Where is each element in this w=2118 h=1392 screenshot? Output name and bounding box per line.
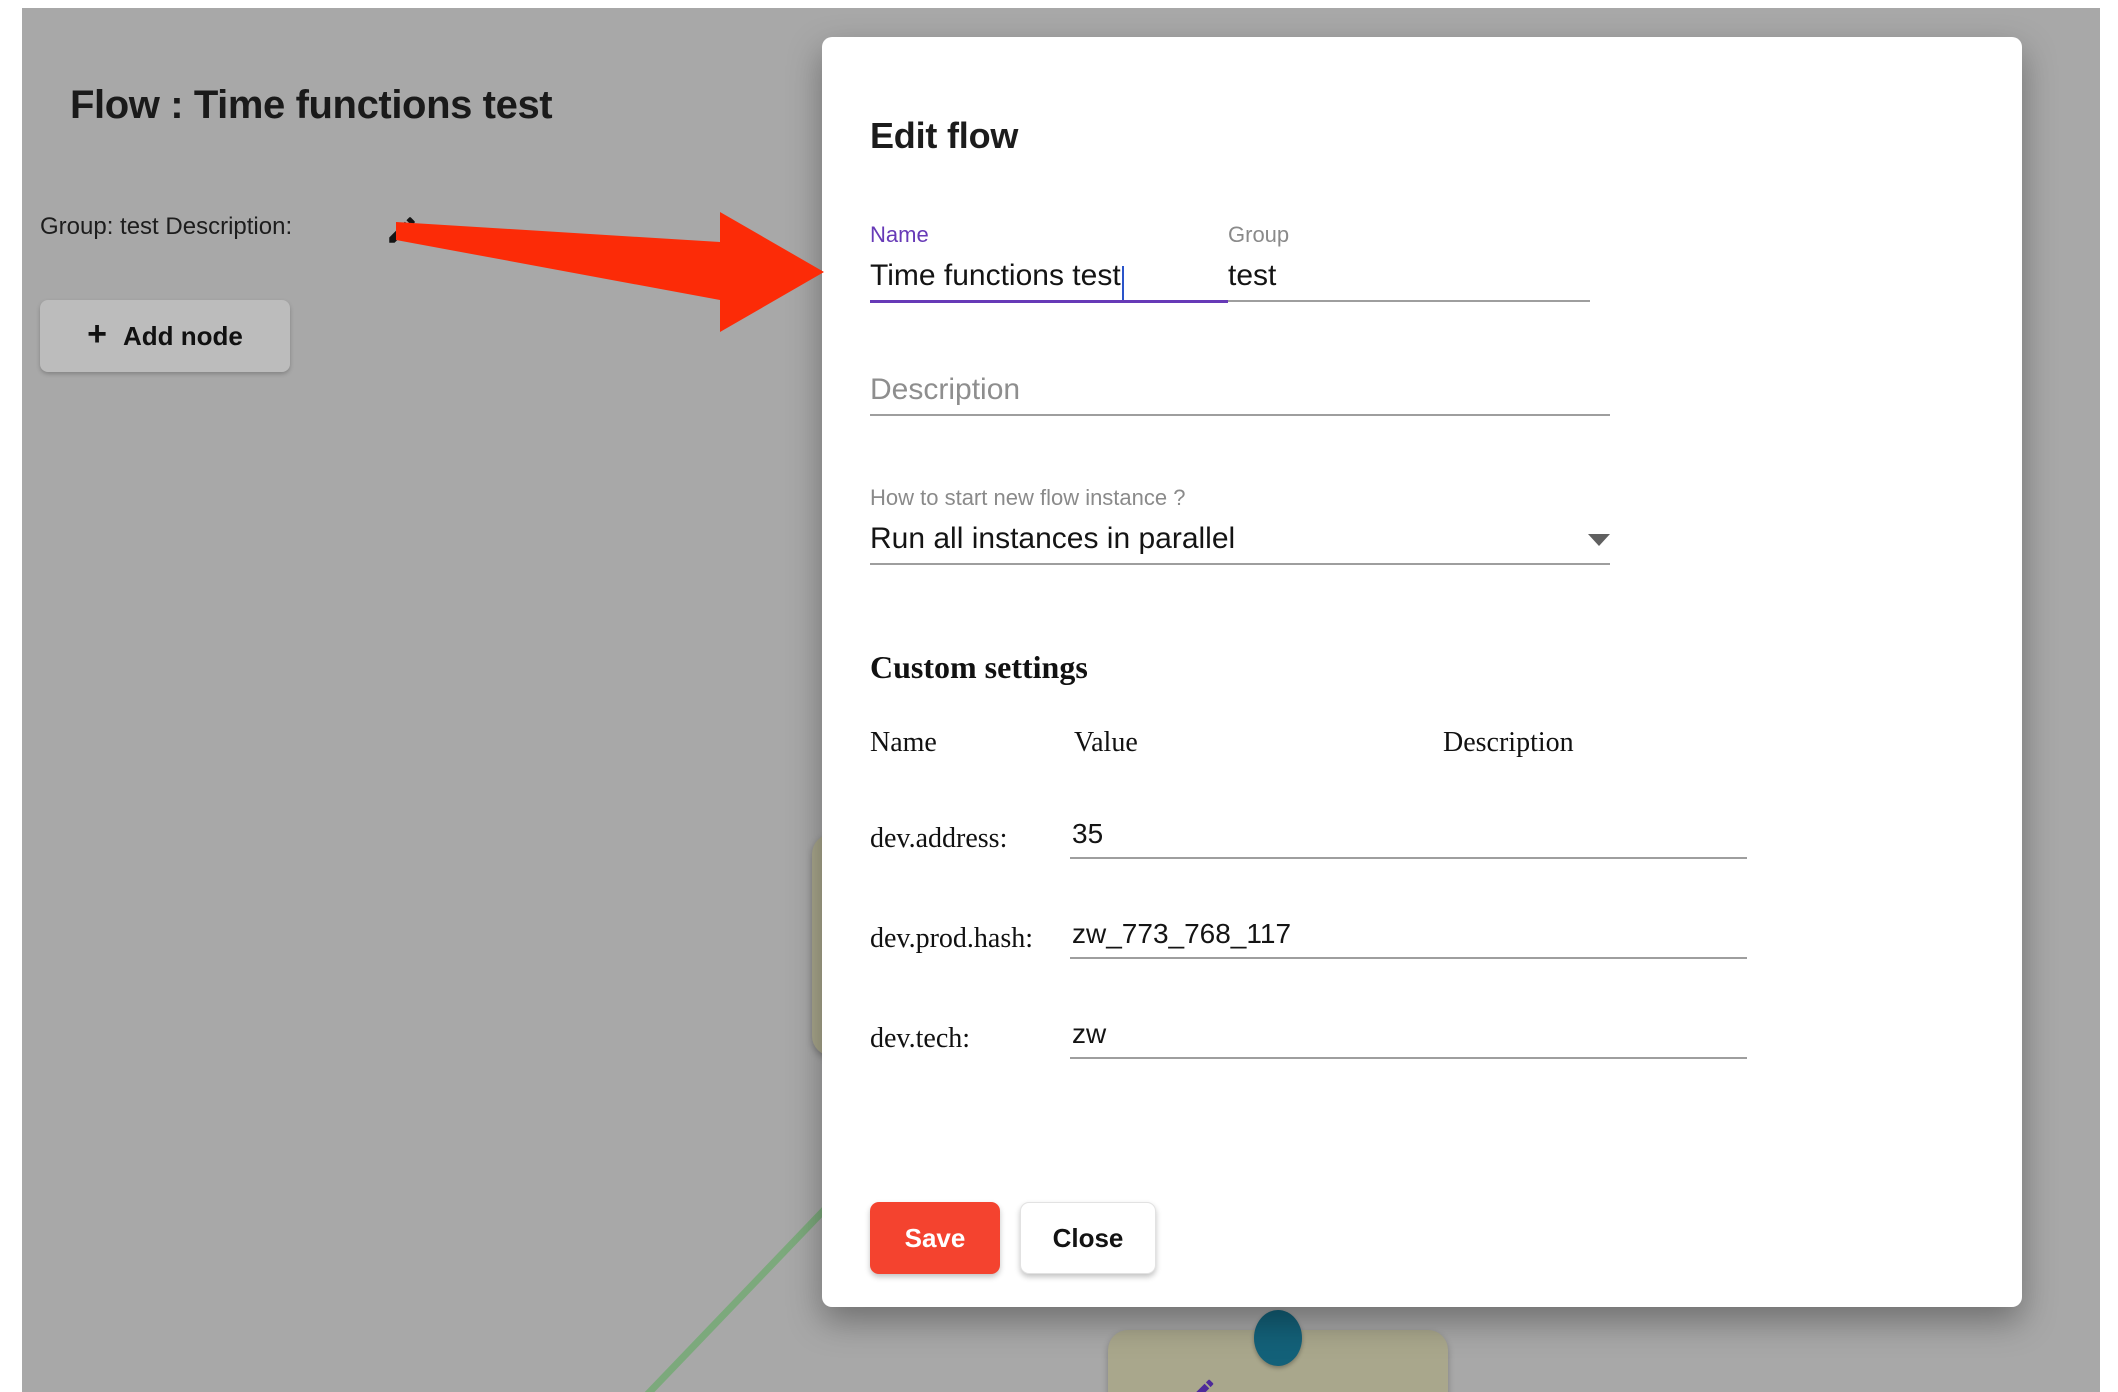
- group-input-value[interactable]: test: [1228, 258, 1590, 300]
- setting-name: dev.prod.hash:: [870, 923, 1034, 954]
- table-row: dev.prod.hash:: [870, 917, 1970, 959]
- description-field-group: [870, 372, 1610, 416]
- plus-icon: +: [87, 315, 107, 353]
- table-row: dev.tech:: [870, 1017, 1970, 1059]
- setting-name: dev.address:: [870, 823, 1008, 854]
- group-field-label: Group: [1228, 222, 1290, 247]
- name-input-value[interactable]: Time functions test: [870, 258, 1121, 300]
- column-header-description: Description: [1443, 727, 1574, 758]
- setting-description-input[interactable]: [1437, 917, 1747, 959]
- start-mode-select[interactable]: Run all instances in parallel: [870, 521, 1610, 563]
- setting-name: dev.tech:: [870, 1023, 971, 1054]
- column-header-name: Name: [870, 727, 937, 758]
- node-port-connector[interactable]: [1254, 1310, 1302, 1366]
- app-root: Flow : Time functions test Group: test D…: [0, 0, 2118, 1392]
- setting-description-input[interactable]: [1437, 1017, 1747, 1059]
- close-button[interactable]: Close: [1020, 1202, 1156, 1274]
- setting-value-input[interactable]: [1070, 1017, 1437, 1059]
- add-node-button[interactable]: + Add node: [40, 300, 290, 372]
- custom-settings-heading: Custom settings: [870, 649, 1088, 685]
- flow-meta-line: Group: test Description:: [40, 213, 293, 240]
- group-field-group: Group test: [1228, 222, 1590, 302]
- name-field-group: Name Time functions test: [870, 222, 1228, 303]
- add-node-label: Add node: [122, 320, 243, 351]
- custom-settings-table: Name Value Description dev.address: dev.…: [870, 727, 1970, 1059]
- dialog-footer: Save Close: [870, 1202, 1156, 1274]
- description-input[interactable]: [870, 372, 1610, 414]
- setting-value-input[interactable]: [1070, 817, 1437, 859]
- pencil-icon[interactable]: [385, 213, 419, 247]
- edit-flow-dialog: Edit flow Name Time functions test Group…: [822, 37, 2022, 1307]
- table-header-row: Name Value Description: [870, 727, 1970, 759]
- column-header-value: Value: [1074, 727, 1138, 758]
- page-title: Flow : Time functions test: [70, 83, 553, 127]
- description-field-underline: [870, 414, 1610, 416]
- setting-description-input[interactable]: [1437, 817, 1747, 859]
- start-mode-label: How to start new flow instance ?: [870, 485, 1186, 510]
- dialog-title: Edit flow: [870, 115, 1019, 156]
- node-pencil-icon[interactable]: [1187, 1376, 1217, 1392]
- group-field-underline: [1228, 300, 1590, 302]
- table-row: dev.address:: [870, 817, 1970, 859]
- start-mode-field-group: How to start new flow instance ? Run all…: [870, 485, 1610, 565]
- setting-value-input[interactable]: [1070, 917, 1437, 959]
- name-field-label: Name: [870, 222, 929, 247]
- chevron-down-icon[interactable]: [1588, 534, 1610, 546]
- name-field-underline: [870, 300, 1228, 303]
- start-mode-value: Run all instances in parallel: [870, 522, 1236, 555]
- text-caret: [1121, 266, 1124, 300]
- save-button[interactable]: Save: [870, 1202, 1000, 1274]
- start-mode-underline: [870, 563, 1610, 565]
